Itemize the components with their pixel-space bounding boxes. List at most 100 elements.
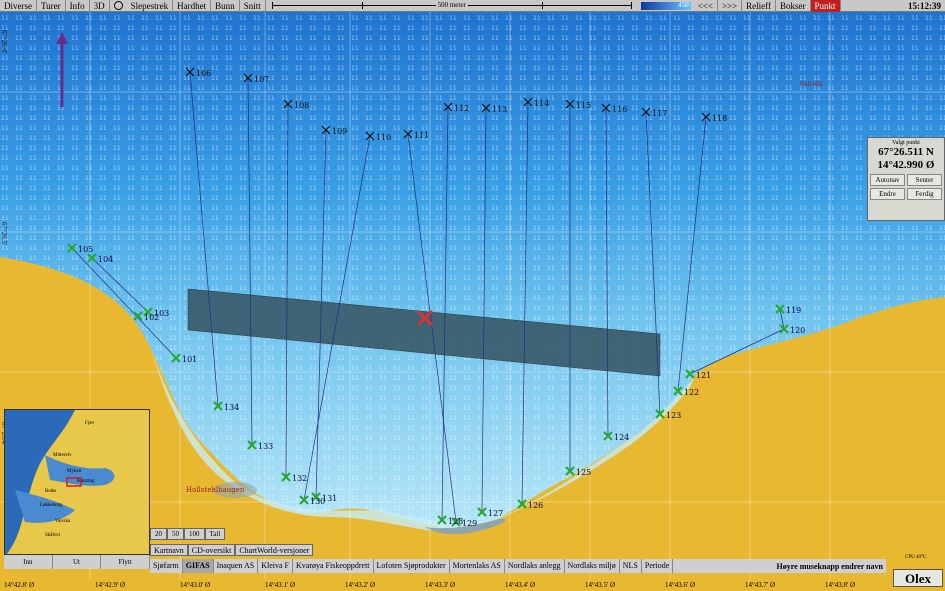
axis-label: 14°42.9' Ø (95, 581, 126, 589)
point-button[interactable]: Punkt (810, 0, 841, 12)
waypoint-label: 108 (294, 101, 309, 110)
menu-diverse[interactable]: Diverse (0, 0, 37, 12)
waypoint-label: 101 (182, 355, 197, 364)
tab-chartworld[interactable]: ChartWorld-versjoner (235, 544, 314, 556)
menu-snitt[interactable]: Snitt (240, 0, 266, 12)
scale-bar: 500 meter (271, 0, 632, 12)
nav-prev-button[interactable]: <<< (694, 0, 718, 12)
layer-tab[interactable]: Mortenlaks AS (450, 559, 505, 573)
selected-longitude: 14°42.990 Ø (877, 159, 935, 171)
boxes-button[interactable]: Bokser (776, 0, 811, 12)
layer-tab[interactable]: Lofoten Sjøprodukter (374, 559, 450, 573)
layer-tab-selected[interactable]: GIFAS (182, 559, 214, 573)
waypoint-label: 124 (614, 433, 629, 442)
nav-next-button[interactable]: >>> (718, 0, 743, 12)
waypoint-label: 134 (224, 403, 239, 412)
waypoint-label: 102 (144, 313, 159, 322)
place-label-saltsfal: Saltsfal (800, 81, 823, 88)
depth-max-label: 450 (678, 0, 689, 9)
layer-tab[interactable]: Periode (642, 559, 674, 573)
overview-map[interactable]: Fjær Mitterelv Myken Karstrug Bodø Valvi… (4, 409, 150, 555)
waypoint-label: 105 (78, 245, 93, 254)
layer-tab[interactable]: Kvarøya Fiskeoppdrett (293, 559, 374, 573)
selected-latitude: 67°26.511 N (878, 146, 934, 158)
svg-text:Skålvei: Skålvei (45, 532, 61, 538)
layer-tab[interactable]: Inaquen AS (214, 559, 259, 573)
menu-turer[interactable]: Turer (37, 0, 66, 12)
waypoint-label: 120 (790, 326, 805, 335)
clock: 15:12:39 (908, 0, 941, 11)
layer-tab[interactable]: Nordlaks anlegg (505, 559, 565, 573)
waypoint-label: 126 (528, 501, 543, 510)
menu-hardhet[interactable]: Hardhet (173, 0, 212, 12)
waypoint-label: 119 (786, 306, 801, 315)
svg-text:Karstrug: Karstrug (77, 479, 95, 484)
axis-label: 14°43.5' Ø (585, 581, 616, 589)
waypoint-label: 133 (258, 442, 273, 451)
layer-tab[interactable]: Sjøfarm (150, 559, 183, 573)
olex-app: Diverse Turer Info 3D Slepestrek Hardhet… (0, 0, 945, 591)
waypoint-label: 116 (612, 105, 627, 114)
axis-label: 14°42.8' Ø (4, 581, 35, 589)
axis-label: 14°43.4' Ø (505, 581, 536, 589)
tab-kartnavn[interactable]: Kartnavn (150, 544, 188, 556)
waypoint-label: 129 (462, 519, 477, 528)
autonav-button[interactable]: Autonav (870, 174, 905, 186)
waypoint-label: 114 (534, 99, 549, 108)
svg-text:Løkkeborg: Løkkeborg (40, 503, 62, 508)
svg-text:Myken: Myken (67, 469, 82, 474)
tab-tall[interactable]: Tall (204, 528, 226, 540)
menu-bunn[interactable]: Bunn (211, 0, 240, 12)
svg-text:Bodø: Bodø (45, 489, 56, 494)
axis-label: 14°43.2' Ø (345, 581, 376, 589)
depth-color-bar[interactable]: 450 (640, 0, 691, 10)
menu-info[interactable]: Info (66, 0, 90, 12)
tab-cd-oversikt[interactable]: CD-oversikt (187, 544, 236, 556)
svg-text:Mitterelv: Mitterelv (53, 453, 72, 458)
waypoint-label: 127 (488, 509, 503, 518)
tab-20[interactable]: 20 (150, 528, 167, 540)
zoom-in-button[interactable]: Inn (4, 555, 53, 569)
waypoint-label: 109 (332, 127, 347, 136)
left-axis-label: 67°26.6' (0, 30, 8, 54)
waypoint-label: 128 (448, 517, 463, 526)
place-label-hollstehlhaugen: Hollstehlhaugen (186, 486, 245, 494)
waypoint-label: 123 (666, 411, 681, 420)
waypoint-label: 107 (254, 75, 269, 84)
edit-button[interactable]: Endre (870, 188, 905, 200)
olex-logo[interactable]: Olex (893, 569, 943, 587)
gear-icon[interactable] (113, 1, 123, 10)
chart-tabs: Kartnavn CD-oversikt ChartWorld-versjone… (150, 544, 330, 556)
menu-3d[interactable]: 3D (90, 0, 110, 12)
tab-50[interactable]: 50 (167, 528, 184, 540)
center-button[interactable]: Senter (907, 174, 942, 186)
axis-label: 14°43.6' Ø (665, 581, 696, 589)
layer-tab[interactable]: NLS (620, 559, 642, 573)
left-axis-label: 67°26.5' (0, 222, 8, 246)
waypoint-label: 112 (454, 104, 469, 113)
move-button[interactable]: Flytt (101, 555, 151, 569)
waypoint-label: 111 (414, 131, 429, 140)
menu-slepestrek[interactable]: Slepestrek (127, 0, 174, 12)
waypoint-label: 132 (292, 474, 307, 483)
waypoint-label: 122 (684, 388, 699, 397)
depth-label-tabs: 20 50 100 Tall (150, 528, 265, 540)
layer-tab[interactable]: Nordlaks miljø (565, 559, 620, 573)
waypoint-label: 130 (310, 497, 325, 506)
waypoint-label: 113 (492, 105, 507, 114)
tab-100[interactable]: 100 (184, 528, 205, 540)
overview-buttons: Inn Ut Flytt (4, 555, 151, 569)
selected-point-panel: Valgt punkt 67°26.511 N 14°42.990 Ø Auto… (867, 137, 945, 221)
cpu-temp: CPU 40°C (905, 555, 927, 560)
waypoint-label: 110 (376, 133, 391, 142)
waypoint-label: 121 (696, 371, 711, 380)
relief-button[interactable]: Relieff (742, 0, 776, 12)
svg-text:Fjær: Fjær (85, 421, 95, 426)
layer-tab[interactable]: Kleiva F (258, 559, 293, 573)
axis-label: 14°43.8' Ø (825, 581, 856, 589)
done-button[interactable]: Ferdig (907, 188, 942, 200)
zoom-out-button[interactable]: Ut (53, 555, 102, 569)
waypoint-label: 106 (196, 69, 211, 78)
waypoint-label: 125 (576, 468, 591, 477)
axis-label: 14°43.7' Ø (745, 581, 776, 589)
